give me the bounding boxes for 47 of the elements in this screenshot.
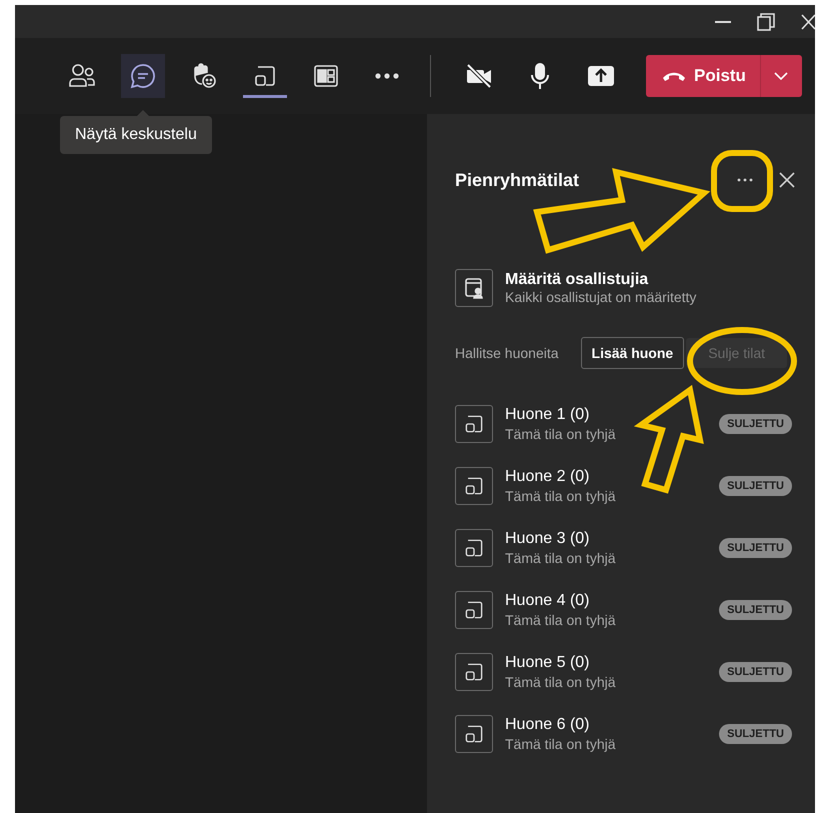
- panel-title: Pienryhmätilat: [455, 170, 580, 190]
- room-status: Tämä tila on tyhjä: [505, 550, 616, 566]
- chevron-down-icon: [774, 72, 788, 80]
- room-status-badge: SULJETTU: [719, 414, 792, 434]
- room-icon: [455, 529, 493, 567]
- room-name: Huone 4 (0): [505, 592, 590, 610]
- tooltip: Näytä keskustelu: [60, 116, 212, 154]
- room-status-badge: SULJETTU: [719, 476, 792, 496]
- room-status: Tämä tila on tyhjä: [505, 674, 616, 690]
- close-icon[interactable]: [801, 14, 815, 30]
- room-name: Huone 6 (0): [505, 716, 590, 734]
- more-icon: [737, 178, 753, 182]
- assign-title: Määritä osallistujia: [505, 271, 650, 289]
- close-icon: [779, 172, 795, 188]
- chat-icon: [129, 62, 157, 90]
- apps-icon: [312, 62, 340, 90]
- room-status: Tämä tila on tyhjä: [505, 736, 616, 752]
- minimize-icon[interactable]: [715, 20, 731, 22]
- share-icon: [587, 65, 615, 87]
- assign-subtitle: Kaikki osallistujat on määritetty: [505, 289, 696, 305]
- room-name: Huone 1 (0): [505, 406, 590, 424]
- manage-rooms-label: Hallitse huoneita: [455, 345, 559, 361]
- rooms-icon: [252, 63, 278, 89]
- room-icon: [455, 405, 493, 443]
- maximize-icon[interactable]: [757, 12, 775, 30]
- room-icon: [455, 467, 493, 505]
- room-name: Huone 3 (0): [505, 530, 590, 548]
- room-status-badge: SULJETTU: [719, 662, 792, 682]
- room-status: Tämä tila on tyhjä: [505, 612, 616, 628]
- room-status-badge: SULJETTU: [719, 600, 792, 620]
- room-icon: [455, 591, 493, 629]
- room-icon: [455, 715, 493, 753]
- room-icon: [455, 653, 493, 691]
- microphone-icon: [530, 61, 550, 91]
- assign-icon[interactable]: [455, 269, 493, 307]
- room-status-badge: SULJETTU: [719, 538, 792, 558]
- room-status: Tämä tila on tyhjä: [505, 488, 616, 504]
- add-room-button[interactable]: Lisää huone: [580, 337, 684, 369]
- room-name: Huone 5 (0): [505, 654, 590, 672]
- phone-icon: [662, 71, 686, 81]
- more-icon: [374, 72, 400, 80]
- room-status-badge: SULJETTU: [719, 724, 792, 744]
- chat-button[interactable]: [121, 54, 165, 98]
- room-status: Tämä tila on tyhjä: [505, 426, 616, 442]
- people-icon: [68, 63, 96, 89]
- room-name: Huone 2 (0): [505, 468, 590, 486]
- camera-off-icon: [464, 63, 494, 89]
